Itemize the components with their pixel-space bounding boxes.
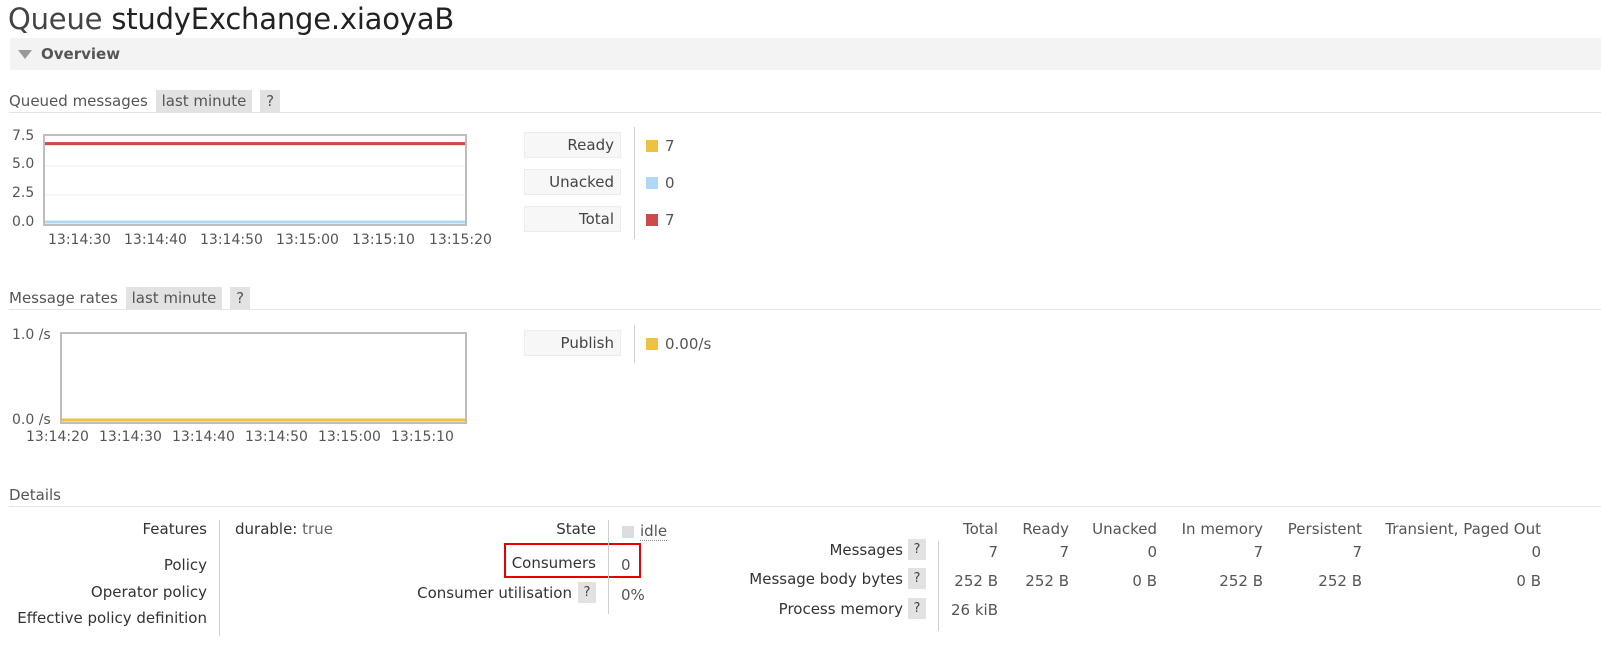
table-cell: 252 B	[1318, 572, 1362, 590]
column-header: Ready	[1022, 520, 1069, 538]
details-heading: Details	[9, 486, 62, 504]
table-cell: 252 B	[1219, 572, 1263, 590]
consumer-utilisation-value: 0%	[621, 586, 645, 604]
range-selector[interactable]: last minute	[155, 90, 253, 112]
queued-messages-series-group	[45, 142, 465, 224]
help-button[interactable]: ?	[260, 90, 281, 112]
legend-divider	[634, 127, 635, 239]
operator-policy-label: Operator policy	[90, 583, 207, 601]
table-cell: 252 B	[954, 572, 998, 590]
table-cell: 0	[1531, 543, 1541, 561]
x-tick: 13:14:50	[200, 232, 263, 248]
y-tick: 0.0	[12, 214, 35, 230]
legend-ready[interactable]: Ready	[524, 132, 621, 158]
divider	[9, 309, 1601, 310]
x-tick: 13:14:40	[172, 429, 235, 445]
collapse-triangle-icon	[18, 50, 32, 59]
column-header: Persistent	[1287, 520, 1362, 538]
queued-messages-heading: Queued messages	[9, 92, 148, 110]
queue-name: studyExchange.xiaoyaB	[111, 2, 455, 36]
column-divider	[219, 520, 220, 636]
y-tick: 0.0 /s	[12, 412, 51, 428]
overview-toggle[interactable]: Overview	[10, 38, 1601, 70]
features-label: Features	[142, 520, 208, 538]
state-indicator-icon	[622, 526, 634, 538]
x-tick: 13:14:20	[26, 429, 89, 445]
x-tick: 13:14:40	[124, 232, 187, 248]
x-tick: 13:15:20	[429, 232, 492, 248]
unacked-value: 0	[665, 174, 675, 192]
state-value: idle	[640, 522, 668, 541]
consumers-value: 0	[621, 556, 631, 574]
publish-value: 0.00/s	[665, 335, 712, 353]
message-rates-chart	[60, 332, 467, 424]
row-label-message-body-bytes: Message body bytes	[749, 570, 903, 588]
divider	[9, 506, 1601, 507]
durable-value: true	[302, 520, 333, 538]
column-header: In memory	[1181, 520, 1263, 538]
policy-label: Policy	[163, 556, 207, 574]
column-header: Transient, Paged Out	[1385, 520, 1541, 538]
column-divider	[938, 541, 939, 631]
table-cell: 7	[988, 543, 998, 561]
range-selector[interactable]: last minute	[125, 287, 223, 309]
page-title: Queue studyExchange.xiaoyaB	[8, 2, 454, 36]
table-cell: 0 B	[1516, 572, 1541, 590]
title-prefix: Queue	[8, 2, 103, 36]
x-tick: 13:14:50	[245, 429, 308, 445]
x-tick: 13:14:30	[48, 232, 111, 248]
legend-publish[interactable]: Publish	[524, 330, 621, 356]
column-header: Total	[962, 520, 998, 538]
ready-swatch	[646, 140, 658, 152]
column-header: Unacked	[1092, 520, 1157, 538]
feature-durable: durable: true	[235, 520, 333, 538]
row-label-process-memory: Process memory	[778, 600, 903, 618]
publish-swatch	[646, 338, 658, 350]
y-tick: 1.0 /s	[12, 327, 51, 343]
table-cell: 7	[1059, 543, 1069, 561]
help-button[interactable]: ?	[908, 568, 926, 589]
x-tick: 13:15:00	[276, 232, 339, 248]
table-cell: 0 B	[1132, 572, 1157, 590]
help-button[interactable]: ?	[908, 598, 926, 619]
table-cell: 252 B	[1025, 572, 1069, 590]
row-label-messages: Messages	[829, 541, 903, 559]
message-rates-header: Message rates last minute ?	[9, 287, 251, 309]
total-swatch	[646, 214, 658, 226]
queued-messages-chart	[43, 134, 467, 226]
effective-policy-label: Effective policy definition	[17, 609, 207, 627]
table-cell: 7	[1352, 543, 1362, 561]
consumers-label: Consumers	[511, 554, 596, 572]
legend-divider	[634, 325, 635, 363]
state-label: State	[556, 520, 596, 538]
help-button[interactable]: ?	[908, 539, 926, 560]
x-tick: 13:15:10	[352, 232, 415, 248]
ready-value: 7	[665, 137, 675, 155]
durable-key: durable:	[235, 520, 298, 538]
legend-unacked[interactable]: Unacked	[524, 169, 621, 195]
x-tick: 13:15:10	[391, 429, 454, 445]
help-button[interactable]: ?	[578, 582, 596, 603]
table-cell: 0	[1147, 543, 1157, 561]
x-tick: 13:15:00	[318, 429, 381, 445]
message-rates-heading: Message rates	[9, 289, 118, 307]
consumer-utilisation-label: Consumer utilisation	[417, 584, 572, 602]
y-tick: 2.5	[12, 185, 35, 201]
y-tick: 7.5	[12, 128, 35, 144]
y-tick: 5.0	[12, 156, 35, 172]
legend-total[interactable]: Total	[524, 206, 621, 232]
table-cell: 26 kiB	[951, 601, 998, 619]
divider	[9, 112, 1601, 113]
help-button[interactable]: ?	[230, 287, 251, 309]
overview-label: Overview	[41, 45, 121, 63]
x-tick: 13:14:30	[99, 429, 162, 445]
queued-messages-header: Queued messages last minute ?	[9, 90, 281, 112]
unacked-swatch	[646, 177, 658, 189]
total-value: 7	[665, 211, 675, 229]
column-divider	[608, 520, 609, 614]
table-cell: 7	[1253, 543, 1263, 561]
